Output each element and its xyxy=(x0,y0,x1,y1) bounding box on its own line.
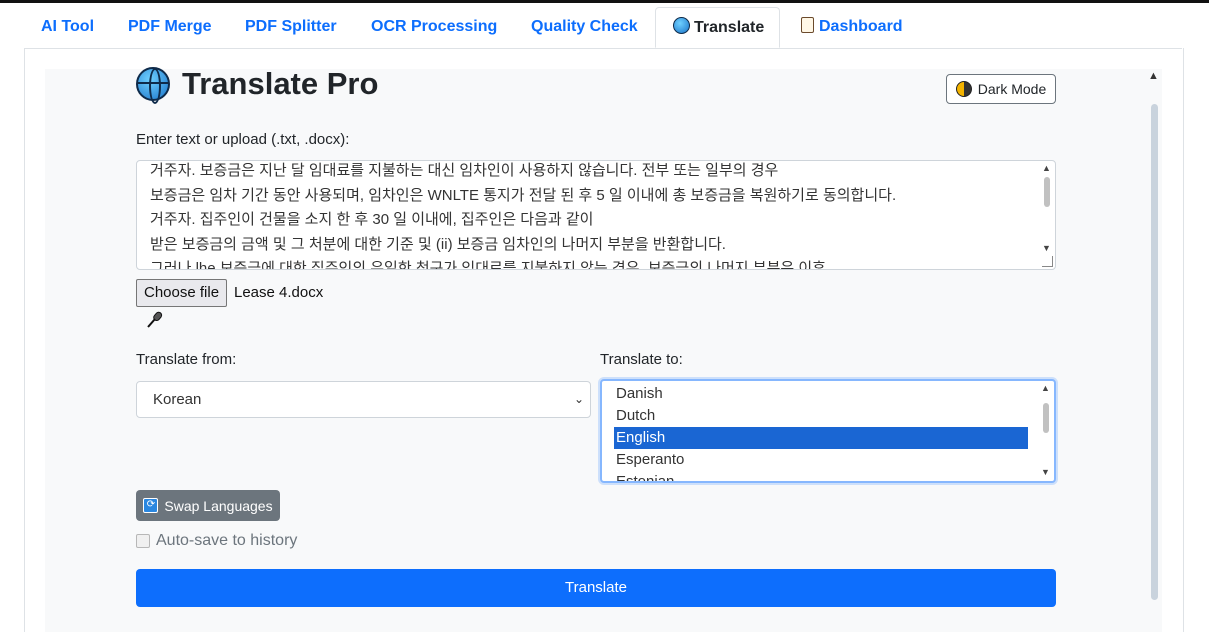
scroll-up-arrow-icon[interactable]: ▲ xyxy=(1042,163,1051,173)
page-title-text: Translate Pro xyxy=(182,66,379,101)
window-top-border xyxy=(0,0,1209,3)
tab-label: PDF Splitter xyxy=(245,18,337,35)
page-scrollbar-thumb[interactable] xyxy=(1151,104,1158,600)
tab-quality-check[interactable]: Quality Check xyxy=(514,7,655,48)
tab-pdf-merge[interactable]: PDF Merge xyxy=(111,7,229,48)
translate-button[interactable]: Translate xyxy=(136,569,1056,607)
choose-file-button[interactable]: Choose file xyxy=(136,279,228,307)
textarea-scrollbar-thumb[interactable] xyxy=(1044,177,1050,207)
tab-label: Dashboard xyxy=(819,18,903,35)
scroll-down-arrow-icon[interactable]: ▼ xyxy=(1041,467,1050,477)
language-option[interactable]: Esperanto xyxy=(614,449,1028,471)
source-text-area[interactable]: 거주자. 보증금은 지난 달 임대료를 지불하는 대신 임차인이 사용하지 않습… xyxy=(136,160,1056,270)
input-label: Enter text or upload (.txt, .docx): xyxy=(136,131,350,148)
tab-pdf-splitter[interactable]: PDF Splitter xyxy=(228,7,354,48)
tab-label: OCR Processing xyxy=(371,18,498,35)
from-label: Translate from: xyxy=(136,351,237,368)
listbox-scrollbar-thumb[interactable] xyxy=(1043,403,1049,433)
dark-mode-label: Dark Mode xyxy=(977,81,1047,97)
swap-arrows-icon: ⟳ xyxy=(143,498,159,513)
autosave-label: Auto-save to history xyxy=(156,532,298,549)
swap-languages-button[interactable]: ⟳ Swap Languages xyxy=(136,490,280,521)
scroll-up-arrow-icon[interactable]: ▲ xyxy=(1148,70,1159,82)
language-option[interactable]: Danish xyxy=(614,383,1028,405)
text-line: 그러나 lhe 보증금에 대한 집주인의 유일한 청구가 임대료를 지불하지 않… xyxy=(150,260,826,270)
to-label: Translate to: xyxy=(600,351,683,368)
half-moon-icon xyxy=(955,81,972,97)
page-title: Translate Pro xyxy=(136,66,379,104)
text-line: 거주자. 보증금은 지난 달 임대료를 지불하는 대신 임차인이 사용하지 않습… xyxy=(150,162,779,179)
chevron-down-icon: ⌄ xyxy=(573,392,584,406)
clipboard-icon xyxy=(801,17,814,33)
autosave-checkbox[interactable] xyxy=(136,534,150,548)
microphone-icon[interactable] xyxy=(146,311,164,329)
target-language-listbox[interactable]: Danish Dutch English Esperanto Estonian … xyxy=(600,379,1056,483)
tab-ocr-processing[interactable]: OCR Processing xyxy=(354,7,514,48)
language-option[interactable]: Estonian xyxy=(614,471,1028,481)
tab-label: AI Tool xyxy=(41,18,95,35)
source-language-value: Korean xyxy=(153,391,202,408)
selected-file-name: Lease 4.docx xyxy=(234,284,324,301)
scroll-up-arrow-icon[interactable]: ▲ xyxy=(1041,383,1050,393)
language-option[interactable]: Dutch xyxy=(614,405,1028,427)
text-line: 거주자. 집주인이 건물을 소지 한 후 30 일 이내에, 집주인은 다음과 … xyxy=(150,211,594,228)
language-option-selected[interactable]: English xyxy=(614,427,1028,449)
tab-bar: AI Tool PDF Merge PDF Splitter OCR Proce… xyxy=(24,7,1182,49)
scroll-down-arrow-icon[interactable]: ▼ xyxy=(1042,243,1051,253)
textarea-scrollbar[interactable]: ▲ ▼ xyxy=(1041,163,1053,257)
tab-ai-tool[interactable]: AI Tool xyxy=(24,7,111,48)
dark-mode-button[interactable]: Dark Mode xyxy=(946,74,1056,104)
tab-label: Translate xyxy=(694,19,765,36)
text-line: 보증금은 임차 기간 동안 사용되며, 임차인은 WNLTE 통지가 전달 된 … xyxy=(150,186,897,204)
source-text-content: 거주자. 보증금은 지난 달 임대료를 지불하는 대신 임차인이 사용하지 않습… xyxy=(150,161,1031,270)
source-language-select[interactable]: Korean ⌄ xyxy=(136,381,591,418)
tab-dashboard[interactable]: Dashboard xyxy=(784,7,920,48)
globe-icon xyxy=(673,17,690,34)
tab-translate[interactable]: Translate xyxy=(655,7,781,48)
tab-label: PDF Merge xyxy=(128,18,212,35)
listbox-scrollbar[interactable]: ▲ ▼ xyxy=(1040,383,1052,479)
globe-icon xyxy=(136,67,170,104)
text-line: 받은 보증금의 금액 및 그 처분에 대한 기준 및 (ii) 보증금 임차인의… xyxy=(150,235,726,253)
tab-label: Quality Check xyxy=(531,18,638,35)
swap-label: Swap Languages xyxy=(164,497,273,514)
resize-handle-icon[interactable] xyxy=(1042,256,1053,267)
